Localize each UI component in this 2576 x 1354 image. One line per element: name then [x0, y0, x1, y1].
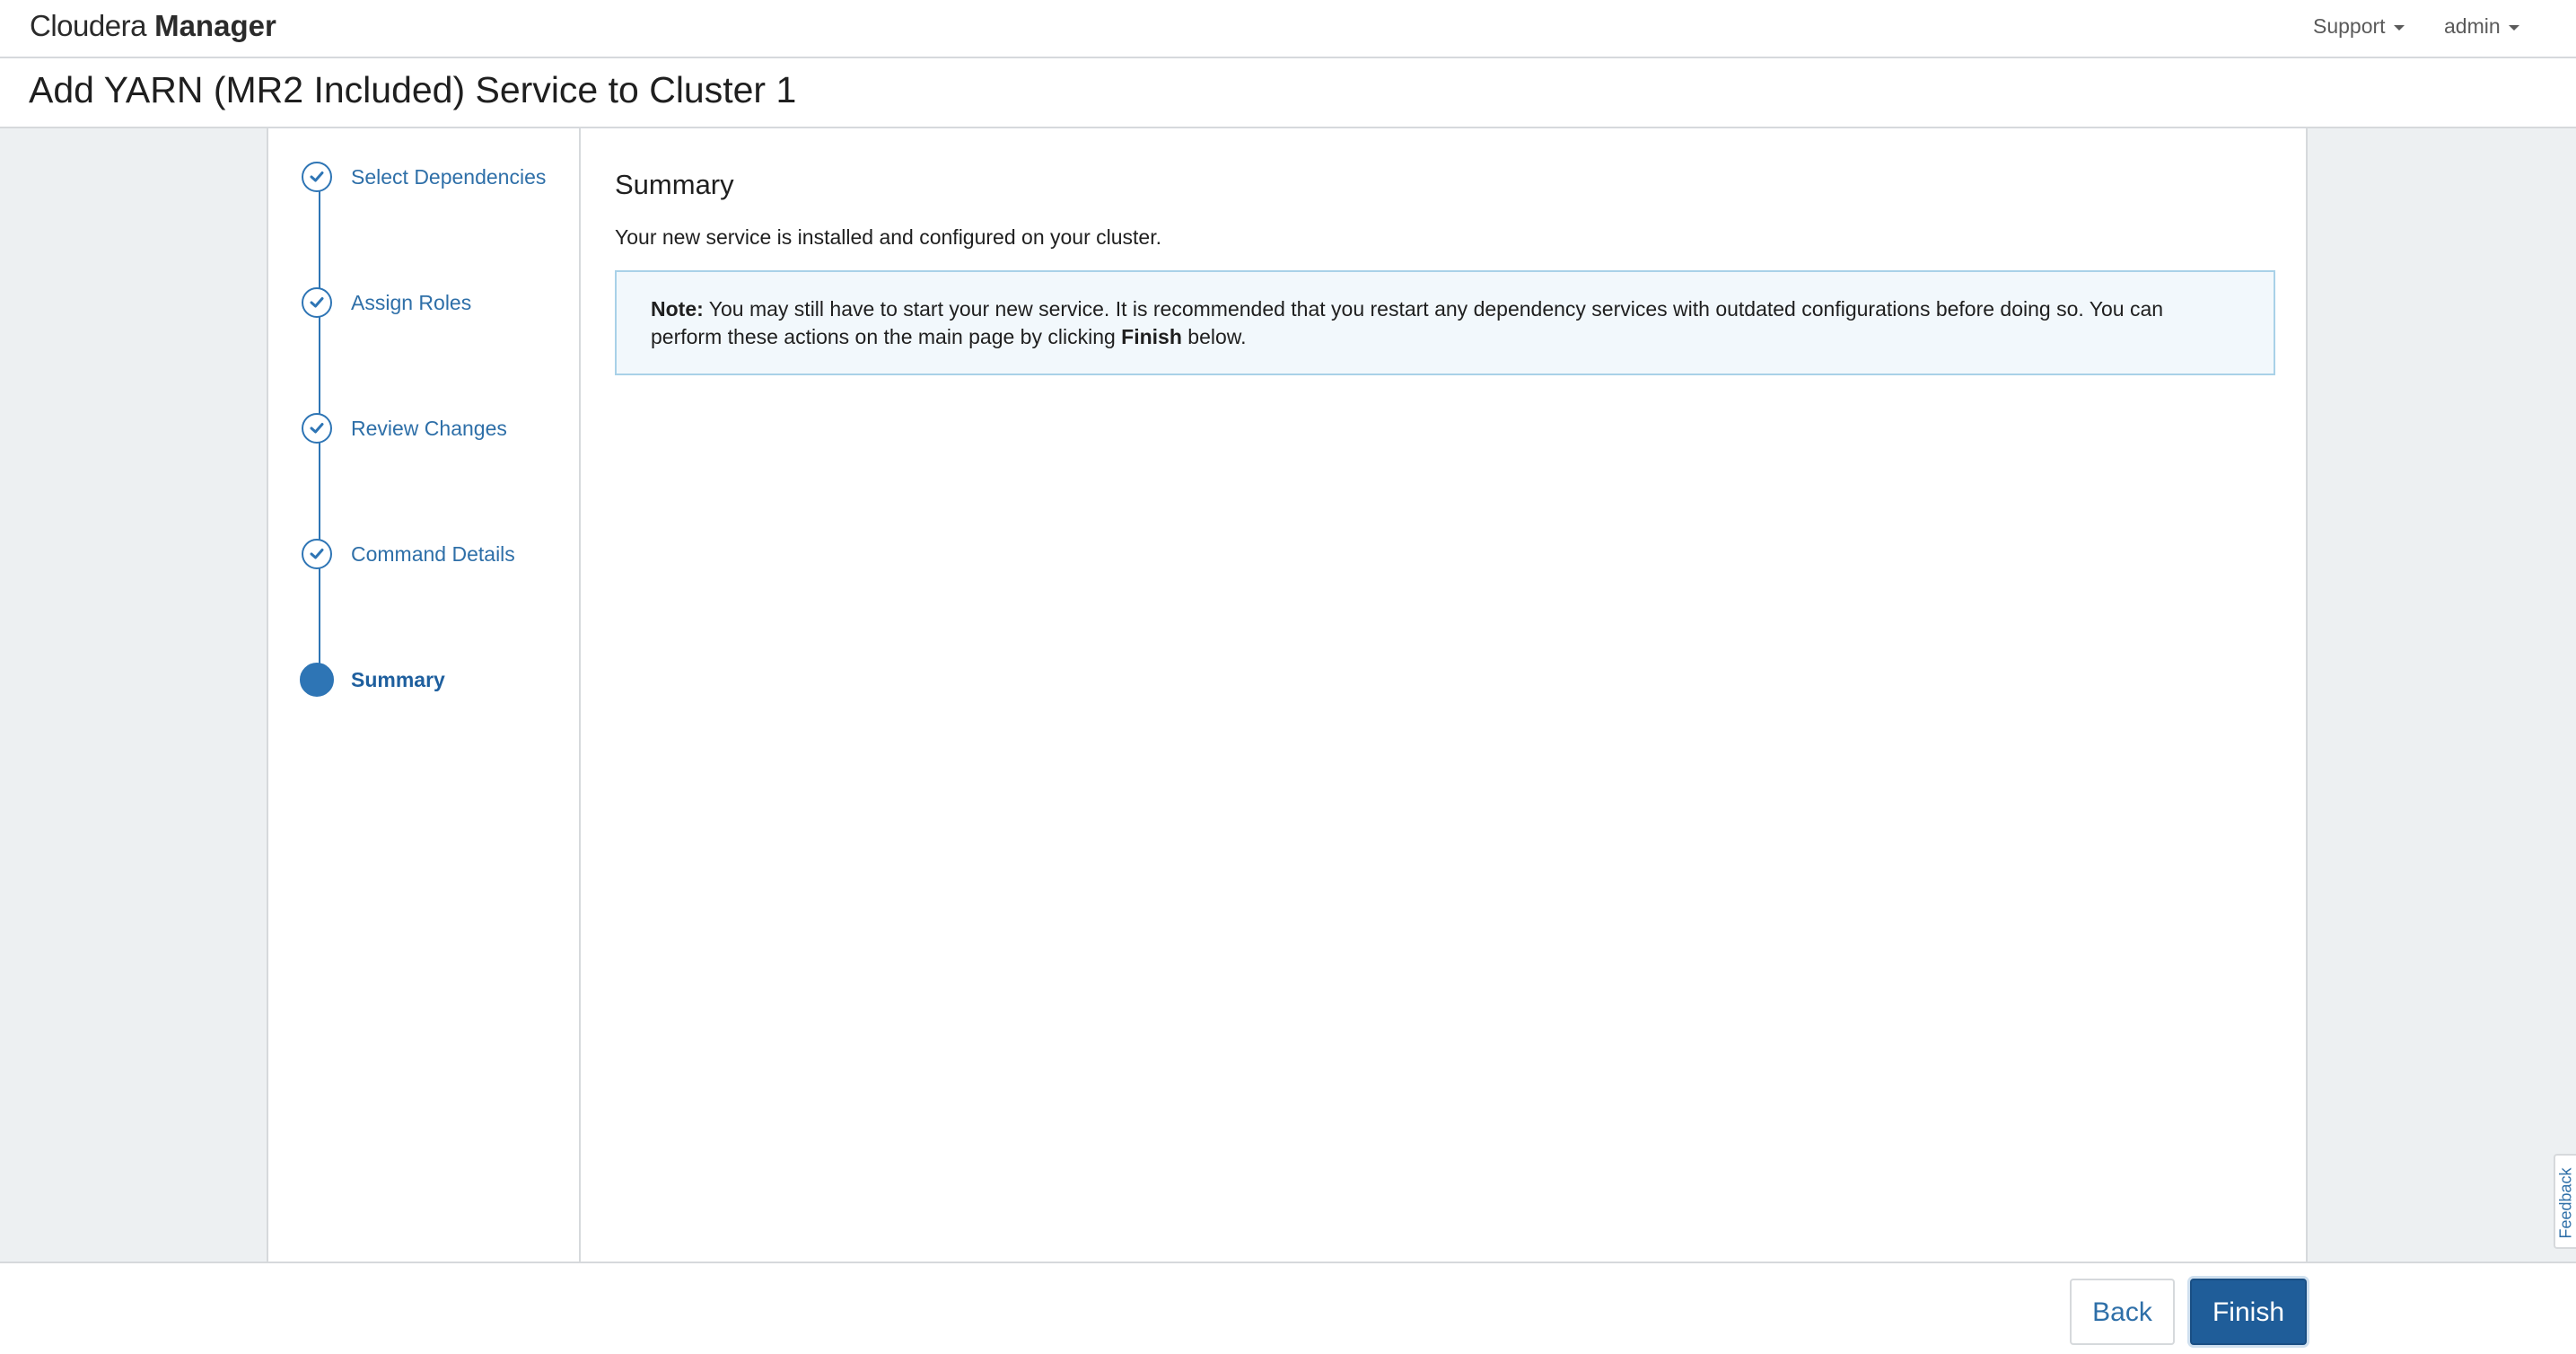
step-assign-roles[interactable]: Assign Roles	[302, 287, 571, 323]
step-select-dependencies[interactable]: Select Dependencies	[302, 162, 571, 223]
note-text-end: below.	[1181, 325, 1247, 348]
support-menu[interactable]: Support	[2313, 14, 2405, 39]
step-review-changes[interactable]: Review Changes	[302, 413, 571, 449]
support-menu-label: Support	[2313, 14, 2386, 38]
step-label: Review Changes	[351, 417, 507, 440]
summary-message: Your new service is installed and config…	[615, 225, 1161, 249]
user-menu-label: admin	[2444, 14, 2501, 38]
wizard-footer: Back Finish	[0, 1262, 2576, 1354]
finish-button[interactable]: Finish	[2190, 1279, 2307, 1345]
step-command-details[interactable]: Command Details	[302, 539, 571, 575]
top-navbar: Cloudera Manager Support admin	[0, 0, 2576, 58]
note-label: Note:	[651, 297, 704, 321]
page-title: Add YARN (MR2 Included) Service to Clust…	[29, 69, 797, 110]
back-button[interactable]: Back	[2070, 1279, 2175, 1345]
note-alert: Note: You may still have to start your n…	[615, 270, 2275, 375]
feedback-tab[interactable]: Feedback	[2554, 1154, 2576, 1249]
feedback-label: Feedback	[2556, 1167, 2575, 1239]
user-menu[interactable]: admin	[2444, 14, 2519, 39]
step-check-icon	[302, 539, 332, 569]
wizard-panel: Select Dependencies Assign Roles Review …	[267, 128, 2308, 1262]
step-label: Assign Roles	[351, 291, 472, 314]
brand-name-light: Cloudera	[30, 9, 146, 42]
chevron-down-icon	[2508, 24, 2519, 31]
note-emphasis: Finish	[1121, 325, 1182, 348]
brand-name-bold: Manager	[154, 9, 276, 42]
chevron-down-icon	[2393, 24, 2405, 31]
note-text: You may still have to start your new ser…	[651, 297, 2164, 348]
step-check-icon	[302, 413, 332, 444]
step-check-icon	[302, 162, 332, 192]
section-title: Summary	[615, 169, 734, 200]
step-label: Select Dependencies	[351, 165, 547, 189]
step-summary[interactable]: Summary	[300, 663, 571, 700]
wizard-steps: Select Dependencies Assign Roles Review …	[268, 128, 581, 1262]
step-check-icon	[302, 287, 332, 318]
step-label: Command Details	[351, 542, 515, 566]
brand-logo[interactable]: Cloudera Manager	[30, 9, 276, 43]
step-label: Summary	[351, 668, 445, 691]
main-content: Summary Your new service is installed an…	[581, 128, 2306, 1262]
step-current-dot-icon	[300, 663, 334, 697]
content-area: Select Dependencies Assign Roles Review …	[0, 128, 2576, 1262]
page-title-bar: Add YARN (MR2 Included) Service to Clust…	[0, 58, 2576, 128]
